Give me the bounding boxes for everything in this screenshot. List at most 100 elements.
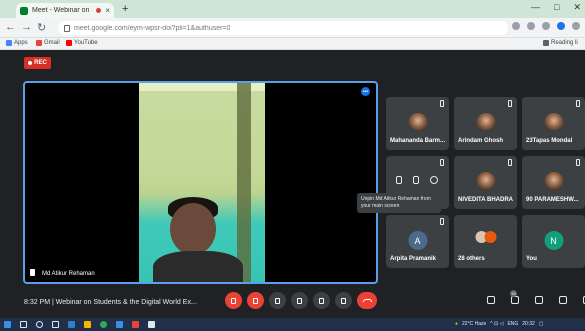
captions-button[interactable] bbox=[269, 292, 286, 309]
present-button[interactable] bbox=[313, 292, 330, 309]
weather-text: 22°C Haze bbox=[462, 321, 487, 327]
app-icon[interactable] bbox=[148, 321, 155, 328]
reading-list[interactable]: Reading li bbox=[543, 40, 578, 46]
share-icon[interactable] bbox=[527, 22, 535, 30]
bookmark-youtube[interactable]: YouTube bbox=[66, 40, 98, 46]
mic-off-icon bbox=[231, 297, 236, 304]
participant-tile[interactable]: 23Tapas Mondal bbox=[522, 97, 585, 150]
leave-call-button[interactable] bbox=[357, 292, 377, 309]
url-field[interactable]: meet.google.com/eym-wpsr-doi?pli=1&authu… bbox=[58, 21, 508, 35]
participant-name: Arpita Pramanik bbox=[390, 256, 437, 262]
remove-icon[interactable] bbox=[430, 176, 438, 184]
close-window-icon[interactable]: ✕ bbox=[573, 2, 581, 13]
avatar: A bbox=[408, 231, 427, 250]
windows-start-icon[interactable] bbox=[4, 321, 11, 328]
participant-tile[interactable]: A Arpita Pramanik bbox=[386, 215, 449, 268]
avatar bbox=[408, 113, 427, 132]
bookmark-label: YouTube bbox=[74, 40, 98, 46]
store-icon[interactable] bbox=[116, 321, 123, 328]
pinned-video-tile[interactable]: ••• Md Atikur Rehaman bbox=[23, 81, 378, 284]
apps-icon bbox=[6, 40, 12, 46]
participant-grid: Mahananda Barm... Arindam Ghosh 23Tapas … bbox=[386, 97, 585, 275]
address-bar-row: ← → ↻ meet.google.com/eym-wpsr-doi?pli=1… bbox=[0, 18, 585, 38]
reload-icon[interactable]: ↻ bbox=[37, 21, 46, 34]
bookmarks-bar: Apps Gmail YouTube Reading li bbox=[0, 38, 585, 50]
people-icon[interactable] bbox=[511, 296, 519, 304]
edge-icon[interactable] bbox=[68, 321, 75, 328]
raise-hand-button[interactable] bbox=[291, 292, 308, 309]
bookmark-label: Apps bbox=[14, 40, 28, 46]
profile-icon[interactable] bbox=[557, 22, 565, 30]
camera-icon[interactable] bbox=[512, 22, 520, 30]
avatar bbox=[476, 113, 495, 132]
tab-close-button[interactable]: × bbox=[105, 6, 110, 15]
side-panel-controls bbox=[487, 296, 585, 304]
participant-name: 23Tapas Mondal bbox=[526, 138, 573, 144]
camera-toggle-button[interactable] bbox=[247, 292, 264, 309]
participant-name: NIVEDITA BHADRA bbox=[458, 197, 513, 203]
avatar bbox=[544, 172, 563, 191]
app-icon[interactable] bbox=[132, 321, 139, 328]
avatar bbox=[476, 172, 495, 191]
mic-off-icon bbox=[440, 218, 444, 225]
participant-video bbox=[139, 83, 265, 282]
info-icon[interactable] bbox=[487, 296, 495, 304]
others-count: 28 others bbox=[458, 256, 485, 262]
maximize-icon[interactable]: □ bbox=[554, 2, 559, 13]
notification-icon[interactable]: ▢ bbox=[539, 321, 544, 327]
mic-off-icon bbox=[508, 100, 512, 107]
meeting-info: 8:32 PM | Webinar on Students & the Digi… bbox=[24, 299, 197, 306]
mic-toggle-button[interactable] bbox=[225, 292, 242, 309]
back-icon[interactable]: ← bbox=[5, 21, 16, 33]
browser-tab[interactable]: Meet - Webinar on Studen × bbox=[16, 3, 114, 18]
participant-name: You bbox=[526, 256, 537, 262]
file-explorer-icon[interactable] bbox=[84, 321, 91, 328]
star-icon[interactable] bbox=[542, 22, 550, 30]
cortana-icon[interactable] bbox=[36, 321, 43, 328]
weather-icon: ● bbox=[455, 321, 459, 327]
chat-icon[interactable] bbox=[535, 296, 543, 304]
bookmark-label: Gmail bbox=[44, 40, 60, 46]
recording-badge: REC bbox=[24, 57, 51, 69]
participant-tile[interactable]: Mahananda Barm... bbox=[386, 97, 449, 150]
recording-dot-icon bbox=[96, 8, 102, 13]
clock[interactable]: 20:32 bbox=[522, 321, 535, 327]
people-count-badge: 32 bbox=[510, 290, 517, 297]
browser-tab-bar: Meet - Webinar on Studen × + — □ ✕ bbox=[0, 0, 585, 18]
mic-off-icon bbox=[508, 159, 512, 166]
bookmark-gmail[interactable]: Gmail bbox=[36, 40, 60, 46]
participant-tile[interactable]: NIVEDITA BHADRA bbox=[454, 156, 517, 209]
pin-icon bbox=[30, 269, 35, 276]
chrome-icon[interactable] bbox=[100, 321, 107, 328]
phone-hangup-icon bbox=[362, 299, 372, 302]
menu-icon[interactable] bbox=[572, 22, 580, 30]
mute-icon[interactable] bbox=[413, 176, 419, 184]
minimize-icon[interactable]: — bbox=[531, 2, 540, 13]
search-icon[interactable] bbox=[20, 321, 27, 328]
more-options-button[interactable] bbox=[335, 292, 352, 309]
participant-name: 90 PARAMESHW... bbox=[526, 197, 579, 203]
audio-indicator-icon: ••• bbox=[361, 87, 370, 96]
main-participant-name: Md Atikur Rehaman bbox=[42, 271, 95, 277]
avatar: N bbox=[544, 231, 563, 250]
new-tab-button[interactable]: + bbox=[122, 3, 128, 15]
unpin-icon[interactable] bbox=[396, 176, 402, 184]
others-avatars bbox=[475, 231, 496, 243]
task-view-icon[interactable] bbox=[52, 321, 59, 328]
extension-icons bbox=[512, 22, 580, 30]
language[interactable]: ENG bbox=[507, 321, 518, 327]
participant-tile[interactable]: 90 PARAMESHW... bbox=[522, 156, 585, 209]
bookmark-apps[interactable]: Apps bbox=[6, 40, 28, 46]
mic-off-icon bbox=[576, 100, 580, 107]
participant-tile[interactable]: Arindam Ghosh bbox=[454, 97, 517, 150]
self-tile[interactable]: N You bbox=[522, 215, 585, 268]
taskbar-apps bbox=[4, 321, 155, 328]
activities-icon[interactable] bbox=[559, 296, 567, 304]
tray-icons[interactable]: ^ ⊡ ◁ bbox=[490, 321, 503, 327]
participant-name: Arindam Ghosh bbox=[458, 138, 504, 144]
meet-favicon-icon bbox=[20, 6, 28, 15]
forward-icon[interactable]: → bbox=[21, 21, 32, 33]
others-tile[interactable]: 28 others bbox=[454, 215, 517, 268]
mic-off-icon bbox=[576, 159, 580, 166]
meeting-title: Webinar on Students & the Digital World … bbox=[55, 299, 197, 306]
